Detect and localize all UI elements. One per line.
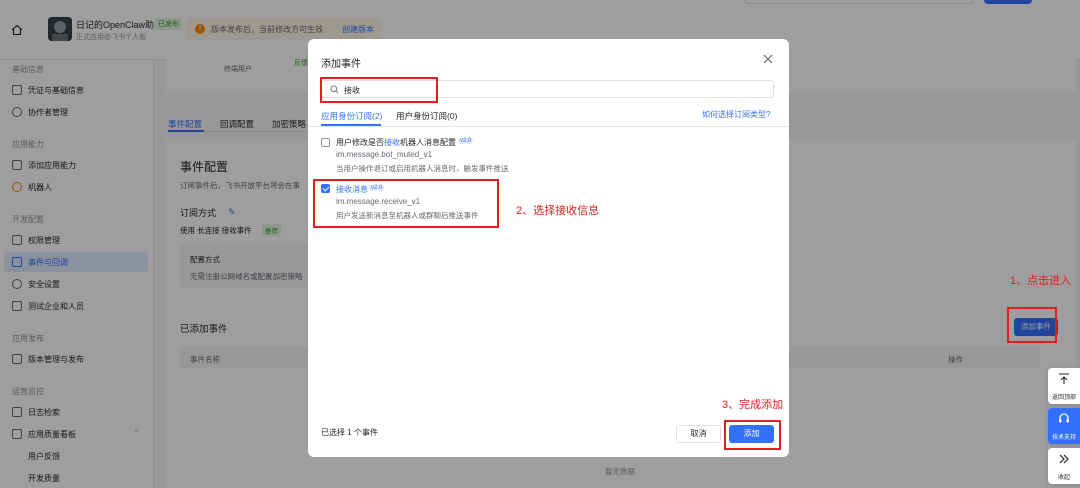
event-name-part: 用户修改是否	[336, 138, 384, 147]
float-label: 收起	[1057, 475, 1070, 481]
how-to-choose-link[interactable]: 如何选择订阅类型?	[702, 109, 770, 120]
tech-support-button[interactable]: 技术支持	[1048, 408, 1080, 444]
annotation-step1: 1、点击进入	[1010, 275, 1072, 287]
tabs-divider	[308, 126, 789, 127]
tab-user-identity[interactable]: 用户身份订阅(0)	[396, 110, 457, 122]
annotation-step3: 3、完成添加	[722, 399, 784, 411]
event-description: 当用户操作退订或启用机器人消息时，触发事件推送	[336, 164, 509, 173]
selected-count: 已选择 1 个事件	[321, 428, 378, 437]
annotation-box-step1	[1007, 307, 1057, 343]
tab-app-identity[interactable]: 应用身份订阅(2)	[321, 110, 382, 122]
event-checkbox[interactable]	[321, 138, 330, 147]
close-icon[interactable]	[762, 53, 774, 65]
collapse-button[interactable]: 收起	[1048, 448, 1080, 484]
cancel-button[interactable]: 取消	[676, 425, 721, 443]
version-badge: v2.0	[458, 138, 474, 144]
annotation-box-step2	[313, 179, 499, 228]
annotation-box-search	[320, 77, 438, 103]
tab-underline	[321, 124, 381, 126]
float-label: 技术支持	[1051, 435, 1076, 441]
event-name: 用户修改是否接收机器人消息配置	[336, 137, 456, 148]
arrow-up-icon	[1059, 373, 1069, 384]
dialog-title: 添加事件	[321, 59, 361, 70]
event-key: im.message.bot_muted_v1	[336, 150, 433, 159]
event-name-part: 机器人消息配置	[400, 138, 456, 147]
headset-icon	[1059, 413, 1069, 423]
chevron-double-right-icon	[1059, 454, 1069, 464]
annotation-box-step3	[724, 420, 781, 450]
float-label: 返回顶部	[1051, 395, 1076, 401]
event-name-highlight: 接收	[384, 138, 400, 147]
annotation-step2: 2、选择接收信息	[516, 205, 600, 217]
back-to-top-button[interactable]: 返回顶部	[1048, 368, 1080, 404]
